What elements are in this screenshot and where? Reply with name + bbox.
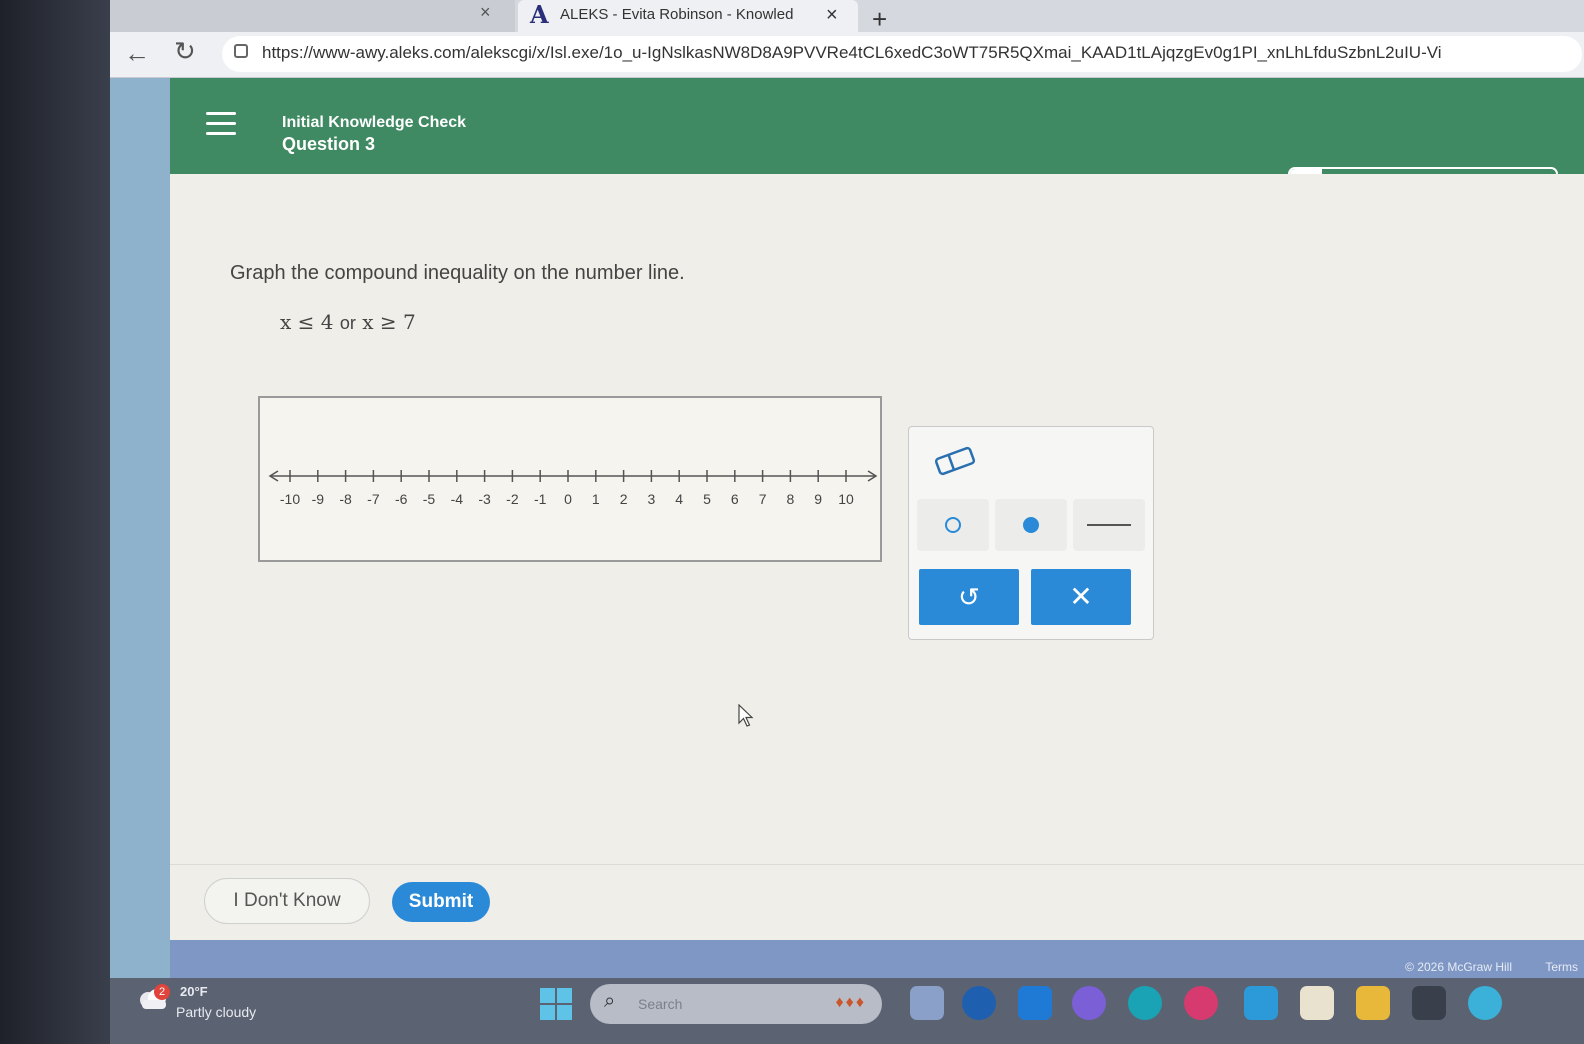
inequality-expression: x ≤ 4 or x ≥ 7 bbox=[280, 310, 416, 334]
page-header: Initial Knowledge Check Question 3 bbox=[170, 78, 1584, 181]
number-line-tick-label: 10 bbox=[838, 491, 854, 507]
reload-icon[interactable]: ↻ bbox=[174, 36, 196, 67]
notification-badge: 2 bbox=[154, 984, 170, 1000]
lock-icon bbox=[234, 44, 248, 58]
edge-icon[interactable] bbox=[1128, 986, 1162, 1020]
number-line-tick-label: 2 bbox=[620, 491, 628, 507]
question-prompt: Graph the compound inequality on the num… bbox=[230, 262, 685, 284]
number-line-tick-label: -8 bbox=[339, 491, 352, 507]
number-line-tick-label: -2 bbox=[506, 491, 519, 507]
number-line-tick-label: 7 bbox=[759, 491, 767, 507]
weather-temperature[interactable]: 20°F bbox=[180, 984, 208, 999]
back-arrow-icon[interactable]: ← bbox=[124, 38, 150, 69]
number-line-tick-label: 5 bbox=[703, 491, 711, 507]
inequality-left: x ≤ 4 bbox=[280, 310, 334, 334]
footer-divider bbox=[170, 864, 1584, 865]
number-line-tick-label: -9 bbox=[312, 491, 325, 507]
search-highlight-icon: ♦♦♦ bbox=[835, 994, 866, 1011]
page-side-strip bbox=[110, 78, 170, 978]
number-line-tick-label: 6 bbox=[731, 491, 739, 507]
mouse-cursor-icon bbox=[738, 704, 754, 727]
number-line-tick-label: -4 bbox=[451, 491, 464, 507]
close-icon[interactable]: × bbox=[480, 2, 491, 23]
number-line-tick-label: 3 bbox=[648, 491, 656, 507]
zoom-icon[interactable] bbox=[1018, 986, 1052, 1020]
page-footer: © 2026 McGraw Hill Terms bbox=[170, 940, 1584, 978]
closed-point-tool[interactable] bbox=[995, 499, 1067, 551]
number-line-tick-label: 8 bbox=[787, 491, 795, 507]
question-content: Graph the compound inequality on the num… bbox=[170, 174, 1584, 954]
app-icon[interactable] bbox=[1468, 986, 1502, 1020]
number-line-tick-label: -3 bbox=[478, 491, 491, 507]
submit-button[interactable]: Submit bbox=[392, 882, 490, 922]
number-line-tick-label: 4 bbox=[675, 491, 683, 507]
weather-description[interactable]: Partly cloudy bbox=[176, 1004, 256, 1020]
number-line-tick-label: -7 bbox=[367, 491, 380, 507]
windows-start-icon[interactable] bbox=[540, 988, 572, 1020]
store-icon[interactable] bbox=[1244, 986, 1278, 1020]
header-title: Initial Knowledge Check bbox=[282, 114, 467, 131]
browser-address-bar: ← ↻ https://www-awy.aleks.com/alekscgi/x… bbox=[110, 32, 1584, 78]
taskbar-search[interactable]: ⌕ Search ♦♦♦ bbox=[590, 984, 882, 1024]
hp-icon[interactable] bbox=[962, 986, 996, 1020]
close-icon[interactable]: × bbox=[826, 4, 838, 27]
aleks-logo: A bbox=[530, 0, 549, 29]
screen-bezel bbox=[0, 0, 110, 1044]
app-icon[interactable] bbox=[1184, 986, 1218, 1020]
number-line-tick-label: -10 bbox=[280, 491, 300, 507]
hamburger-menu-icon[interactable] bbox=[206, 112, 236, 136]
ray-tool[interactable] bbox=[1073, 499, 1145, 551]
new-tab-button[interactable]: + bbox=[872, 6, 887, 32]
undo-button[interactable]: ↺ bbox=[919, 569, 1019, 625]
number-line-tick-label: -6 bbox=[395, 491, 408, 507]
closed-circle-icon bbox=[1023, 517, 1039, 533]
url-field[interactable]: https://www-awy.aleks.com/alekscgi/x/Isl… bbox=[222, 36, 1582, 72]
search-placeholder: Search bbox=[638, 996, 683, 1012]
number-line-tick-label: -5 bbox=[423, 491, 436, 507]
inequality-or: or bbox=[339, 313, 356, 333]
dell-icon[interactable] bbox=[1412, 986, 1446, 1020]
open-point-tool[interactable] bbox=[917, 499, 989, 551]
inequality-right: x ≥ 7 bbox=[362, 310, 416, 334]
question-number: Question 3 bbox=[282, 134, 376, 154]
tab-title: ALEKS - Evita Robinson - Knowled bbox=[560, 6, 794, 23]
graph-toolbox: ↺ ✕ bbox=[908, 426, 1154, 640]
terms-link[interactable]: Terms bbox=[1545, 960, 1578, 974]
browser-tab-bar: × A ALEKS - Evita Robinson - Knowled × + bbox=[110, 0, 1584, 40]
number-line-tick-label: 1 bbox=[592, 491, 600, 507]
open-circle-icon bbox=[945, 517, 961, 533]
number-line-graph[interactable]: -10 -9 -8 -7 -6 -5 -4 -3 -2 -1 0 1 2 3 4 5 6 7 8 9 10 bbox=[258, 396, 882, 562]
windows-taskbar: 2 20°F Partly cloudy ⌕ Search ♦♦♦ bbox=[110, 978, 1584, 1044]
eraser-icon[interactable] bbox=[931, 441, 979, 481]
aleks-page: Initial Knowledge Check Question 3 Graph… bbox=[110, 78, 1584, 978]
clear-button[interactable]: ✕ bbox=[1031, 569, 1131, 625]
calendar-icon[interactable] bbox=[1300, 986, 1334, 1020]
dont-know-button[interactable]: I Don't Know bbox=[204, 878, 370, 924]
file-explorer-icon[interactable] bbox=[1356, 986, 1390, 1020]
ray-icon bbox=[1087, 524, 1131, 526]
task-view-icon[interactable] bbox=[910, 986, 944, 1020]
search-icon: ⌕ bbox=[604, 990, 616, 1012]
copilot-icon[interactable] bbox=[1072, 986, 1106, 1020]
number-line-tick-label: 9 bbox=[814, 491, 822, 507]
number-line-tick-label: 0 bbox=[564, 491, 572, 507]
browser-tab-previous[interactable]: × bbox=[110, 0, 515, 32]
url-text[interactable]: https://www-awy.aleks.com/alekscgi/x/Isl… bbox=[262, 43, 1442, 63]
copyright-text: © 2026 McGraw Hill bbox=[1405, 960, 1512, 974]
number-line-svg[interactable]: -10 -9 -8 -7 -6 -5 -4 -3 -2 -1 0 1 2 3 4 5 6 7 8 9 10 bbox=[260, 398, 880, 560]
number-line-tick-label: -1 bbox=[534, 491, 547, 507]
